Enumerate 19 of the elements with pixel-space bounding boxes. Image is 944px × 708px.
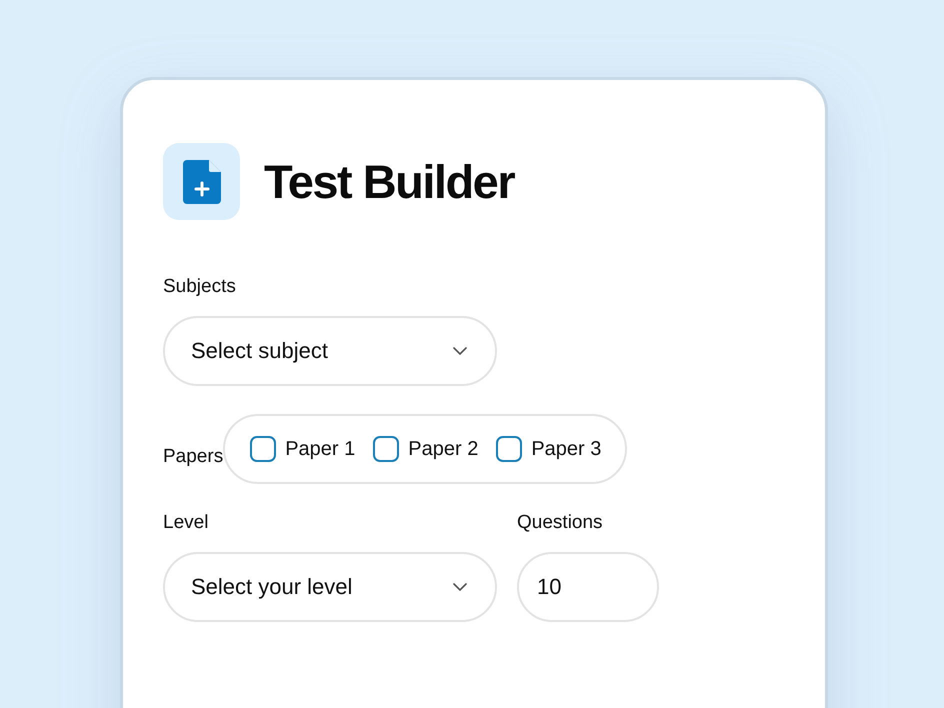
- field-label: Level: [163, 512, 208, 534]
- field-label: Questions: [517, 512, 603, 534]
- checkbox[interactable]: [496, 436, 522, 462]
- field-label: Papers: [163, 446, 224, 468]
- checkbox-label: Paper 3: [531, 438, 602, 460]
- dropdown-placeholder: Select subject: [191, 338, 328, 364]
- level-dropdown[interactable]: Select your level: [163, 552, 497, 622]
- document-plus-icon: [182, 160, 220, 204]
- field-label: Subjects: [163, 276, 236, 298]
- checkbox-label: Paper 2: [408, 438, 478, 460]
- checkbox-label: Paper 1: [285, 438, 356, 460]
- app-title: Test Builder: [264, 154, 514, 209]
- chevron-down-icon: [453, 583, 467, 591]
- subject-dropdown[interactable]: Select subject: [163, 316, 497, 386]
- checkbox[interactable]: [250, 436, 276, 462]
- checkbox[interactable]: [373, 436, 400, 462]
- dropdown-placeholder: Select your level: [191, 574, 352, 600]
- questions-input[interactable]: 10: [517, 552, 659, 622]
- chevron-down-icon: [453, 347, 467, 355]
